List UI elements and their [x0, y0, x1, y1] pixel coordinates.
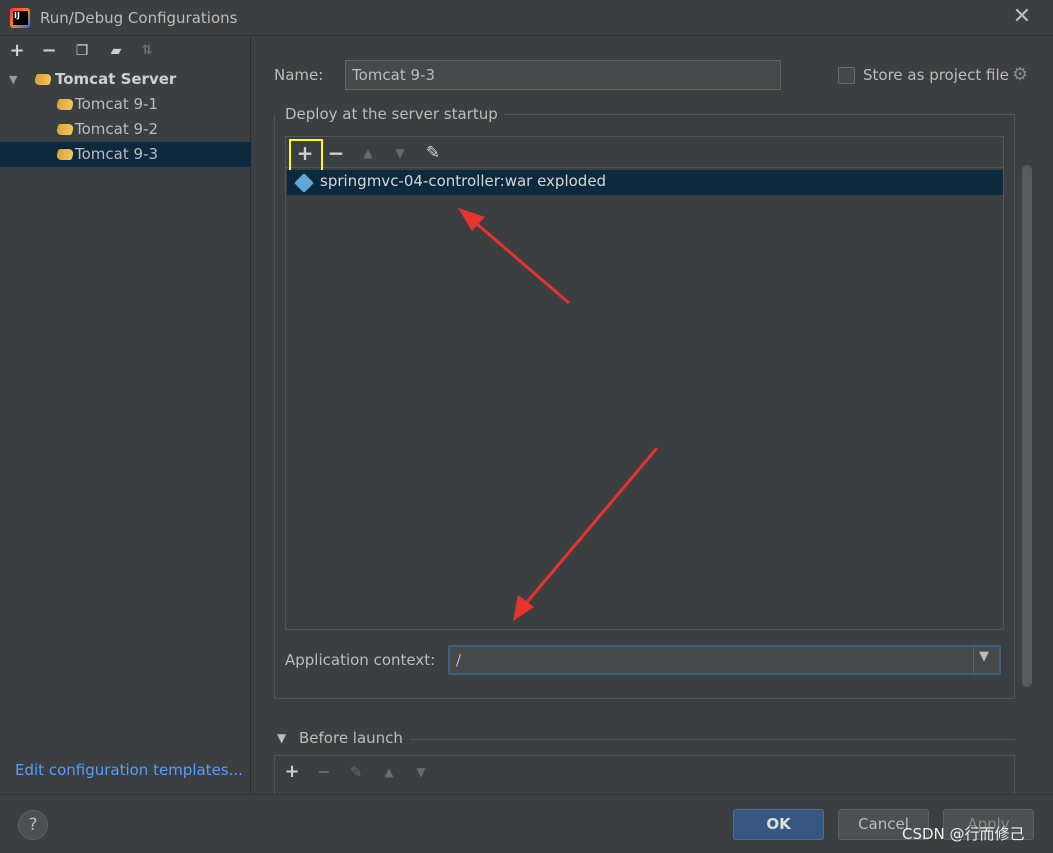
copy-icon[interactable]: ❐: [72, 41, 92, 61]
add-icon[interactable]: +: [281, 761, 303, 783]
before-launch-toolbar: + − ✎ ▲ ▼: [274, 755, 1015, 795]
gear-icon[interactable]: ⚙: [1012, 64, 1028, 85]
chevron-down-icon[interactable]: ▼: [9, 67, 17, 92]
ok-button[interactable]: OK: [733, 809, 824, 840]
list-item[interactable]: springmvc-04-controller:war exploded: [287, 170, 1003, 195]
add-icon[interactable]: +: [7, 41, 27, 61]
move-up-icon[interactable]: ▲: [357, 142, 379, 164]
watermark: CSDN @行而修己: [902, 825, 1025, 843]
application-context-label: Application context:: [285, 651, 436, 669]
divider: [973, 647, 974, 673]
tree-item-tomcat-9-3[interactable]: Tomcat 9-3: [0, 142, 251, 167]
store-as-project-file-label[interactable]: Store as project file: [863, 66, 1009, 84]
sort-icon[interactable]: ⇅: [137, 41, 157, 61]
chevron-down-icon[interactable]: ▼: [979, 649, 989, 664]
artifact-icon: [294, 173, 314, 193]
tree-item-tomcat-9-2[interactable]: Tomcat 9-2: [0, 117, 251, 142]
tree-item-tomcat-9-1[interactable]: Tomcat 9-1: [0, 92, 251, 117]
move-up-icon[interactable]: ▲: [378, 761, 400, 783]
title-bar: Run/Debug Configurations ✕: [0, 0, 1053, 36]
configurations-sidebar: + − ❐ ▰ ⇅ ▼ Tomcat Server Tomcat 9-1 Tom…: [0, 37, 251, 793]
edit-templates-link[interactable]: Edit configuration templates...: [15, 761, 243, 779]
tomcat-icon: [55, 149, 75, 160]
divider: [410, 739, 1015, 740]
application-context-value[interactable]: /: [456, 651, 461, 669]
new-folder-icon[interactable]: ▰: [106, 41, 126, 61]
deploy-toolbar: + − ▲ ▼ ✎: [286, 137, 1003, 173]
dialog-button-bar: ? OK Cancel Apply CSDN @行而修己: [0, 794, 1053, 853]
window-title: Run/Debug Configurations: [40, 9, 238, 27]
application-context-combobox[interactable]: / ▼: [448, 645, 1001, 675]
tree-group-tomcat-server[interactable]: ▼ Tomcat Server: [0, 67, 251, 92]
close-icon[interactable]: ✕: [1011, 6, 1033, 28]
help-button[interactable]: ?: [18, 810, 48, 840]
deploy-group-title: Deploy at the server startup: [285, 105, 504, 123]
tree-item-label: Tomcat 9-1: [75, 95, 158, 113]
before-launch-title[interactable]: Before launch: [299, 729, 403, 747]
configuration-editor: Name: Tomcat 9-3 Store as project file ⚙…: [252, 37, 1053, 795]
tomcat-icon: [33, 74, 53, 85]
remove-artifact-button[interactable]: −: [325, 142, 347, 164]
divider: [495, 114, 1015, 115]
move-down-icon[interactable]: ▼: [410, 761, 432, 783]
tree-item-label: Tomcat 9-2: [75, 120, 158, 138]
tree-item-label: Tomcat 9-3: [75, 145, 158, 163]
name-input[interactable]: Tomcat 9-3: [345, 60, 781, 90]
name-label: Name:: [274, 66, 324, 84]
store-as-project-file-checkbox[interactable]: [838, 67, 855, 84]
tree-group-label: Tomcat Server: [55, 70, 177, 88]
sidebar-toolbar: + − ❐ ▰ ⇅: [0, 37, 251, 65]
remove-icon[interactable]: −: [313, 761, 335, 783]
deploy-artifact-list: + − ▲ ▼ ✎ springmvc-04-controller:war ex…: [285, 136, 1004, 630]
chevron-down-icon[interactable]: ▼: [277, 731, 286, 745]
tomcat-icon: [55, 124, 75, 135]
edit-pencil-icon[interactable]: ✎: [422, 142, 444, 164]
remove-icon[interactable]: −: [39, 41, 59, 61]
add-artifact-button[interactable]: +: [289, 139, 323, 173]
move-down-icon[interactable]: ▼: [389, 142, 411, 164]
intellij-app-icon: [10, 8, 30, 28]
vertical-scrollbar[interactable]: [1022, 165, 1032, 687]
edit-pencil-icon[interactable]: ✎: [345, 761, 367, 783]
tomcat-icon: [55, 99, 75, 110]
highlight-box: [289, 139, 323, 173]
artifact-label: springmvc-04-controller:war exploded: [320, 172, 607, 190]
